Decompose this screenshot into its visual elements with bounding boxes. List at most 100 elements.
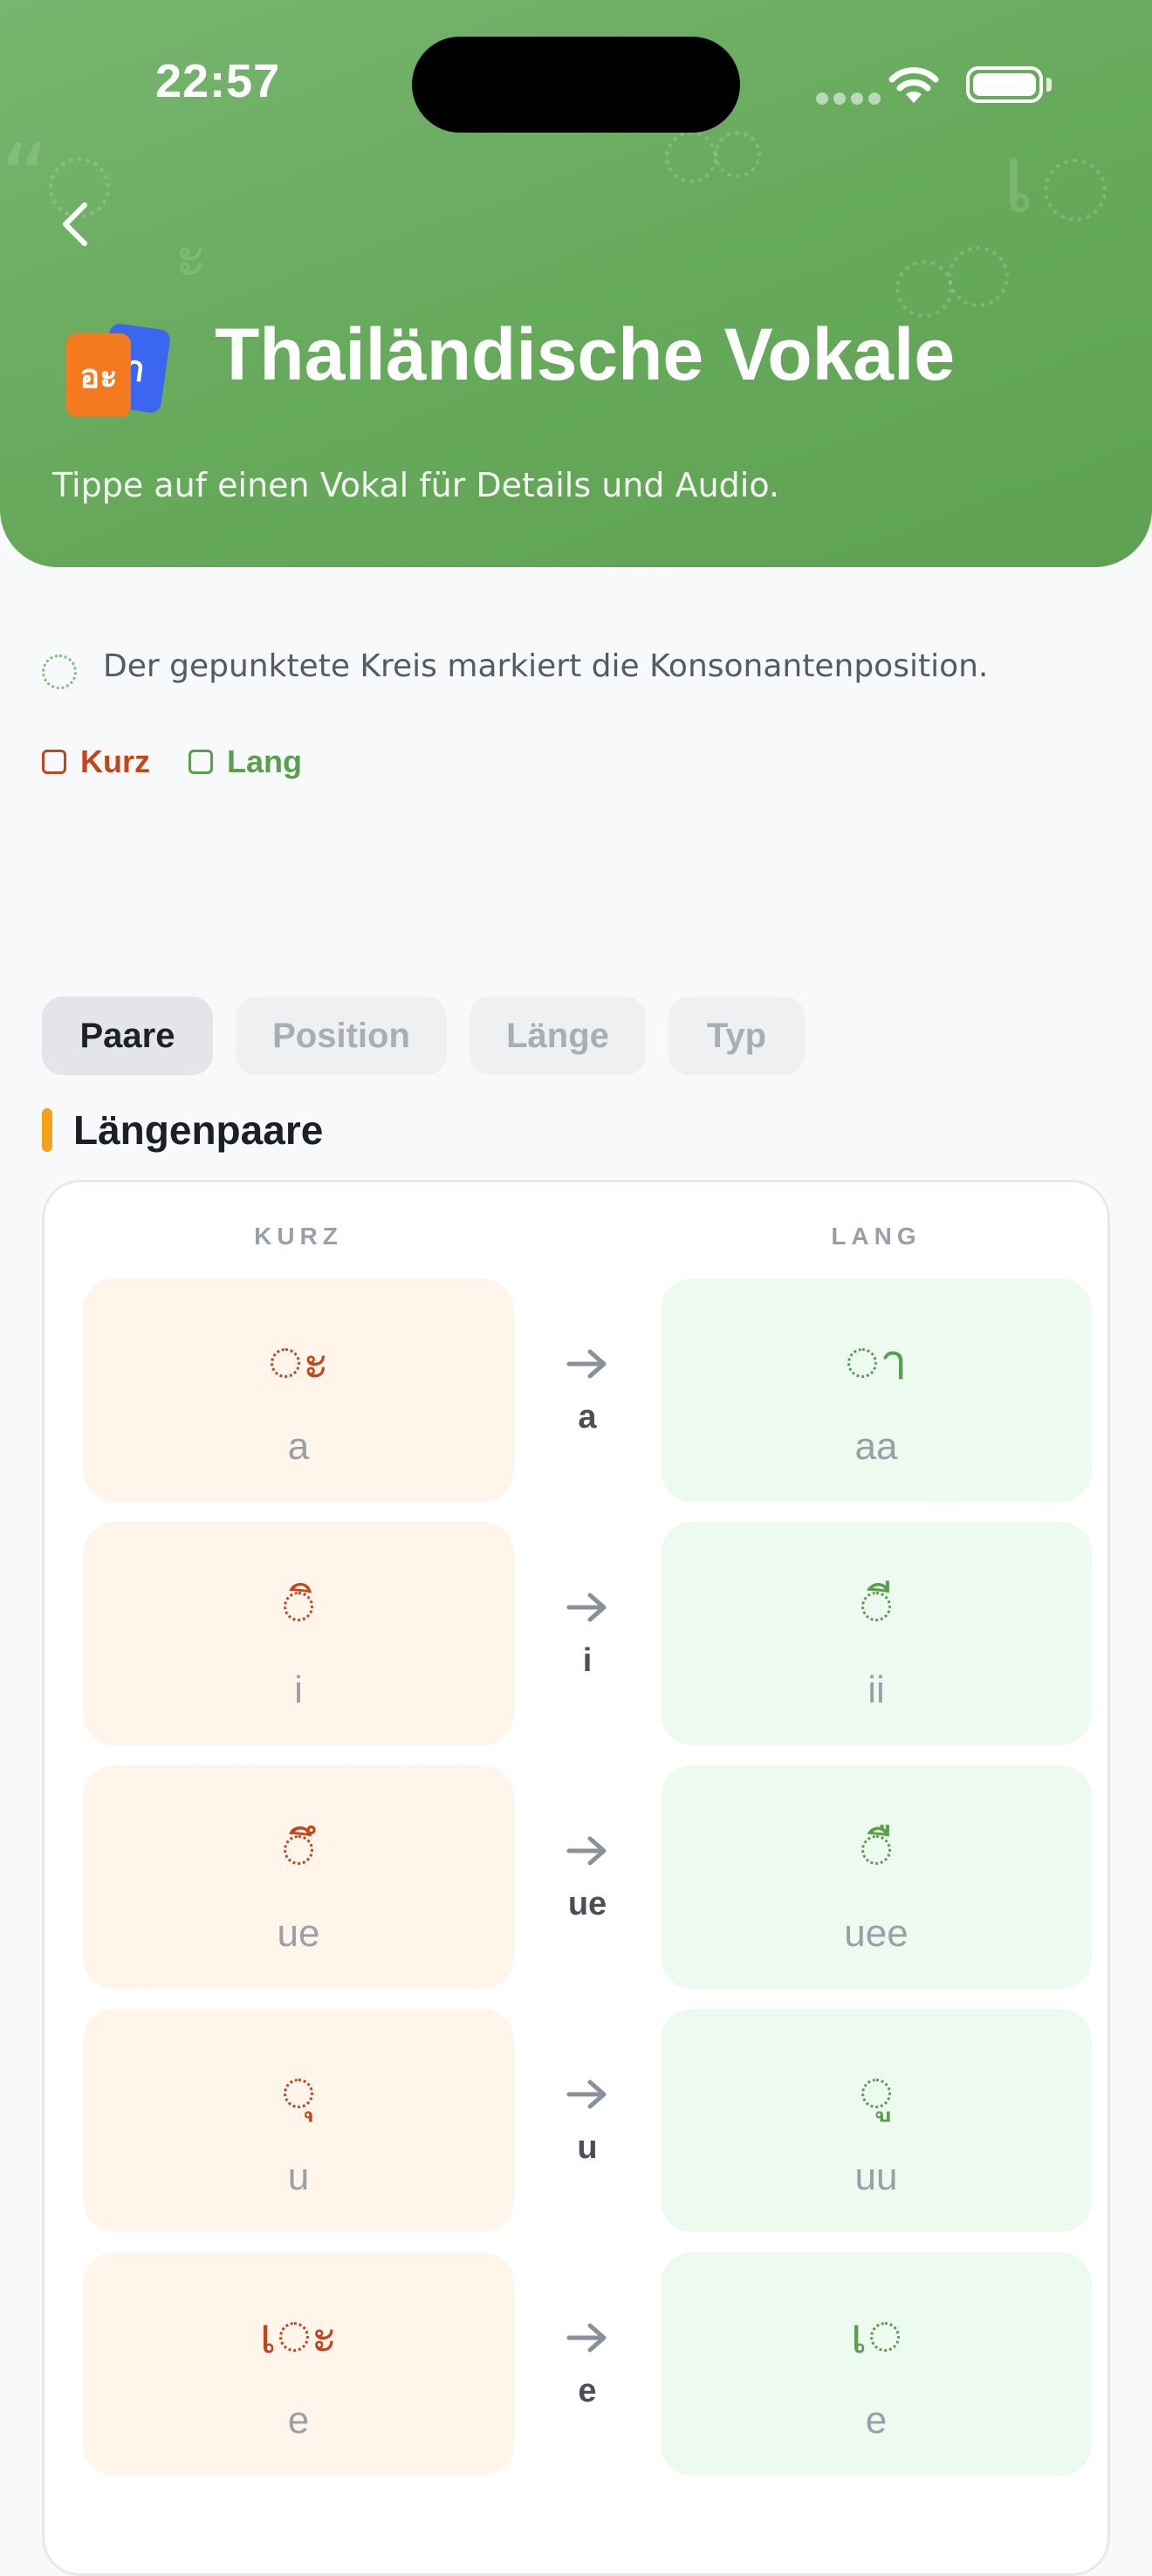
consonant-placeholder-icon <box>284 1835 313 1865</box>
long-glyph: า <box>661 1324 1092 1402</box>
page-subtitle: Tippe auf einen Vokal für Details und Au… <box>52 466 780 504</box>
view-tabs: Paare Position Länge Typ <box>42 997 827 1075</box>
short-glyph: ึ <box>83 1811 514 1889</box>
long-romanization: uu <box>854 2155 898 2198</box>
consonant-placeholder-icon <box>861 2079 891 2108</box>
long-glyph: ื <box>661 1811 1092 1889</box>
signal-dot <box>816 92 828 105</box>
long-vowel-prefix: เ <box>850 2308 867 2365</box>
long-vowel-tile[interactable]: ื uee <box>661 1765 1092 1989</box>
column-header-short: KURZ <box>254 1223 343 1250</box>
back-button[interactable] <box>45 194 106 255</box>
pair-row: ิiiีii <box>83 1522 1095 1745</box>
consonant-placeholder-icon <box>847 1348 878 1378</box>
background-glyph: ะ <box>175 220 208 291</box>
column-header-long: LANG <box>831 1223 922 1250</box>
short-glyph: ิ <box>83 1567 514 1646</box>
short-glyph: ะ <box>83 1324 514 1402</box>
pair-row: ะ a a า aa <box>83 1278 1095 1502</box>
short-vowel-tile[interactable]: ุu <box>83 2009 514 2232</box>
long-glyph: ี <box>661 1567 1092 1646</box>
legend-item-short: Kurz <box>42 743 150 780</box>
pair-row: ุuuูuu <box>83 2009 1095 2232</box>
legend-item-long: Lang <box>189 743 302 780</box>
long-romanization: uee <box>844 1912 909 1955</box>
arrow-right-icon <box>566 1349 607 1379</box>
background-dotted-circle <box>948 246 1009 307</box>
consonant-placeholder-icon <box>869 2322 900 2352</box>
app-icon: า อะ <box>66 322 172 417</box>
long-vowel-tile[interactable]: ู uu <box>661 2009 1092 2232</box>
short-vowel-mark: ะ <box>311 2308 338 2365</box>
short-vowel-tile[interactable]: ิi <box>83 1522 514 1745</box>
section-title: Längenpaare <box>73 1107 324 1153</box>
pair-arrow: a <box>514 1346 661 1436</box>
page-title: Thailändische Vokale <box>215 313 956 395</box>
status-time: 22:57 <box>155 55 281 107</box>
background-glyph: “ <box>0 123 50 235</box>
short-romanization: a <box>287 1425 310 1468</box>
short-romanization: e <box>287 2399 310 2442</box>
pair-arrow: i <box>514 1590 661 1680</box>
short-swatch-icon <box>42 750 66 774</box>
battery-tip <box>1046 78 1052 92</box>
arrow-right-icon <box>566 2323 607 2353</box>
pair-arrow: e <box>514 2320 661 2410</box>
consonant-placeholder-icon <box>861 1835 891 1865</box>
background-dotted-circle <box>1044 159 1107 222</box>
short-vowel-tile[interactable]: ะa <box>83 1278 514 1502</box>
long-vowel-tile[interactable]: ี ii <box>661 1522 1092 1745</box>
section-header: Längenpaare <box>42 1106 323 1154</box>
consonant-placeholder-icon <box>270 1348 300 1378</box>
short-romanization: i <box>294 1668 303 1711</box>
pair-romanization: i <box>582 1642 593 1679</box>
long-romanization: ii <box>867 1668 885 1711</box>
pair-romanization: a <box>578 1399 597 1435</box>
legend-label-long: Lang <box>227 743 302 779</box>
flashcard-front-icon: อะ <box>66 333 131 417</box>
signal-dot <box>833 92 846 105</box>
consonant-placeholder-icon <box>861 1592 891 1621</box>
tab-typ[interactable]: Typ <box>669 997 805 1075</box>
dotted-circle-icon <box>42 654 77 689</box>
short-vowel-tile[interactable]: ึ ue <box>83 1765 514 1989</box>
pair-arrow: ue <box>514 1833 661 1923</box>
pair-row: เะeeเe <box>83 2252 1095 2476</box>
pair-arrow: u <box>514 2077 661 2167</box>
consonant-placeholder-icon <box>278 2322 309 2352</box>
tab-paare[interactable]: Paare <box>42 997 213 1075</box>
short-vowel-prefix: เ <box>259 2308 277 2365</box>
short-romanization: u <box>287 2155 310 2198</box>
dynamic-island <box>412 37 740 133</box>
short-glyph: ุ <box>83 2054 514 2133</box>
arrow-right-icon <box>566 1836 607 1866</box>
pair-romanization: ue <box>567 1886 607 1922</box>
background-glyph: เ <box>1002 123 1035 235</box>
pair-row: ึ ue ueื uee <box>83 1765 1095 1989</box>
consonant-placeholder-icon <box>284 1592 313 1621</box>
short-romanization: ue <box>277 1912 320 1955</box>
long-romanization: aa <box>854 1425 898 1468</box>
arrow-right-icon <box>566 1593 607 1622</box>
section-accent-bar <box>42 1108 52 1152</box>
long-vowel-tile[interactable]: า aa <box>661 1278 1092 1502</box>
wifi-icon <box>888 67 939 103</box>
background-dotted-circle <box>665 131 717 183</box>
signal-dot <box>868 92 881 105</box>
tab-laenge[interactable]: Länge <box>470 997 646 1075</box>
short-vowel-tile[interactable]: เะe <box>83 2252 514 2476</box>
battery-icon <box>966 66 1043 103</box>
long-vowel-tile[interactable]: เe <box>661 2252 1092 2476</box>
long-romanization: e <box>865 2399 888 2442</box>
background-dotted-circle <box>895 260 953 318</box>
long-swatch-icon <box>189 750 213 774</box>
short-vowel-mark: ะ <box>302 1334 330 1391</box>
legend-label-short: Kurz <box>80 743 150 779</box>
background-dotted-circle <box>714 131 761 178</box>
tab-position[interactable]: Position <box>236 997 447 1075</box>
chevron-left-icon <box>63 202 87 246</box>
header: “ เ ะ 22:57 า อะ Thailändische Vokale Ti… <box>0 0 1152 567</box>
short-glyph: เะ <box>83 2298 514 2376</box>
pair-romanization: u <box>577 2129 598 2166</box>
consonant-placeholder-icon <box>284 2079 313 2108</box>
